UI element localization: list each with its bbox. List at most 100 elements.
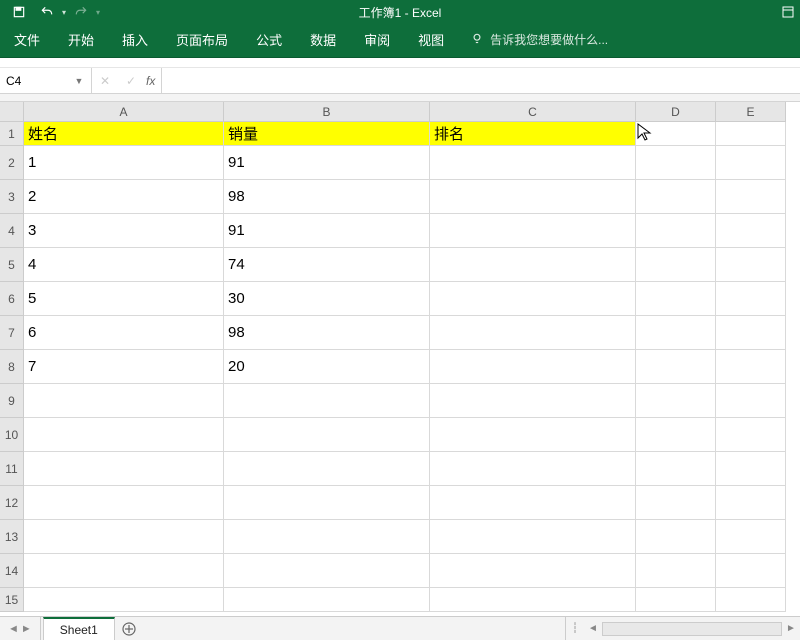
cell[interactable] <box>430 452 636 486</box>
cell[interactable]: 销量 <box>224 122 430 146</box>
row-header[interactable]: 11 <box>0 452 24 486</box>
cell[interactable] <box>636 554 716 588</box>
cell[interactable]: 30 <box>224 282 430 316</box>
sheet-nav-next-icon[interactable]: ► <box>21 623 32 635</box>
cell[interactable] <box>636 418 716 452</box>
cell[interactable] <box>430 520 636 554</box>
cell[interactable] <box>716 180 786 214</box>
row-header[interactable]: 6 <box>0 282 24 316</box>
row-header[interactable]: 7 <box>0 316 24 350</box>
cell[interactable] <box>24 588 224 612</box>
tab-home[interactable]: 开始 <box>54 24 108 54</box>
sheet-nav-prev-icon[interactable]: ◄ <box>8 623 19 635</box>
cell[interactable]: 姓名 <box>24 122 224 146</box>
cell[interactable] <box>224 520 430 554</box>
row-header[interactable]: 13 <box>0 520 24 554</box>
sheet-tab-active[interactable]: Sheet1 <box>43 617 115 640</box>
cell[interactable] <box>24 520 224 554</box>
row-header[interactable]: 3 <box>0 180 24 214</box>
cell[interactable] <box>636 316 716 350</box>
cell[interactable] <box>430 486 636 520</box>
cell[interactable]: 74 <box>224 248 430 282</box>
column-header[interactable]: E <box>716 102 786 122</box>
cell[interactable] <box>430 418 636 452</box>
column-header[interactable]: C <box>430 102 636 122</box>
name-box[interactable]: ▼ <box>0 68 92 93</box>
cell[interactable] <box>224 486 430 520</box>
cell[interactable] <box>636 146 716 180</box>
cell[interactable] <box>636 350 716 384</box>
name-box-input[interactable] <box>0 74 70 88</box>
scroll-left-icon[interactable]: ◄ <box>584 623 602 634</box>
cell[interactable] <box>430 384 636 418</box>
cell[interactable] <box>716 486 786 520</box>
save-button[interactable] <box>6 1 32 23</box>
name-box-dropdown-icon[interactable]: ▼ <box>70 76 88 86</box>
cell[interactable] <box>716 554 786 588</box>
cell[interactable] <box>636 384 716 418</box>
cell[interactable] <box>636 282 716 316</box>
tab-layout[interactable]: 页面布局 <box>162 24 242 54</box>
cell[interactable] <box>636 214 716 248</box>
cell[interactable] <box>716 350 786 384</box>
horizontal-scrollbar[interactable]: ┆ ◄ ► <box>565 617 800 640</box>
cell[interactable]: 4 <box>24 248 224 282</box>
cell[interactable]: 6 <box>24 316 224 350</box>
tab-data[interactable]: 数据 <box>296 24 350 54</box>
cell[interactable] <box>24 384 224 418</box>
cell[interactable]: 91 <box>224 214 430 248</box>
cell[interactable] <box>716 282 786 316</box>
spreadsheet-grid[interactable]: ABCDE 123456789101112131415 姓名销量排名191298… <box>0 102 800 612</box>
cell[interactable] <box>224 588 430 612</box>
enter-formula-button[interactable]: ✓ <box>118 68 144 93</box>
fx-icon[interactable]: fx <box>144 74 161 88</box>
cell[interactable] <box>24 452 224 486</box>
cell[interactable] <box>430 316 636 350</box>
cell[interactable] <box>716 146 786 180</box>
row-header[interactable]: 12 <box>0 486 24 520</box>
cell[interactable] <box>24 486 224 520</box>
cell[interactable] <box>24 418 224 452</box>
row-header[interactable]: 9 <box>0 384 24 418</box>
cell[interactable] <box>636 248 716 282</box>
sheet-nav[interactable]: ◄ ► <box>0 617 41 640</box>
cell[interactable] <box>636 520 716 554</box>
row-header[interactable]: 1 <box>0 122 24 146</box>
row-header[interactable]: 4 <box>0 214 24 248</box>
column-header[interactable]: D <box>636 102 716 122</box>
cell[interactable] <box>716 588 786 612</box>
cell[interactable] <box>430 180 636 214</box>
cell[interactable] <box>224 418 430 452</box>
scroll-right-icon[interactable]: ► <box>782 623 800 634</box>
cell[interactable] <box>716 248 786 282</box>
row-header[interactable]: 14 <box>0 554 24 588</box>
cell[interactable]: 排名 <box>430 122 636 146</box>
column-header[interactable]: B <box>224 102 430 122</box>
row-header[interactable]: 10 <box>0 418 24 452</box>
tab-file[interactable]: 文件 <box>0 24 54 54</box>
cell[interactable] <box>716 122 786 146</box>
cell[interactable] <box>716 384 786 418</box>
cell[interactable] <box>430 146 636 180</box>
cell[interactable]: 1 <box>24 146 224 180</box>
cell[interactable] <box>636 122 716 146</box>
cell[interactable] <box>430 588 636 612</box>
cell[interactable] <box>636 180 716 214</box>
cell[interactable]: 98 <box>224 316 430 350</box>
cell[interactable]: 91 <box>224 146 430 180</box>
cell[interactable] <box>24 554 224 588</box>
redo-button[interactable] <box>68 1 94 23</box>
row-header[interactable]: 2 <box>0 146 24 180</box>
cell[interactable]: 7 <box>24 350 224 384</box>
cell[interactable]: 5 <box>24 282 224 316</box>
new-sheet-button[interactable] <box>115 617 143 640</box>
cell[interactable] <box>430 350 636 384</box>
cell[interactable] <box>636 452 716 486</box>
tab-insert[interactable]: 插入 <box>108 24 162 54</box>
ribbon-display-options[interactable] <box>776 0 800 24</box>
cell[interactable] <box>716 520 786 554</box>
tab-view[interactable]: 视图 <box>404 24 458 54</box>
cell[interactable] <box>636 588 716 612</box>
row-header[interactable]: 5 <box>0 248 24 282</box>
row-header[interactable]: 15 <box>0 588 24 612</box>
